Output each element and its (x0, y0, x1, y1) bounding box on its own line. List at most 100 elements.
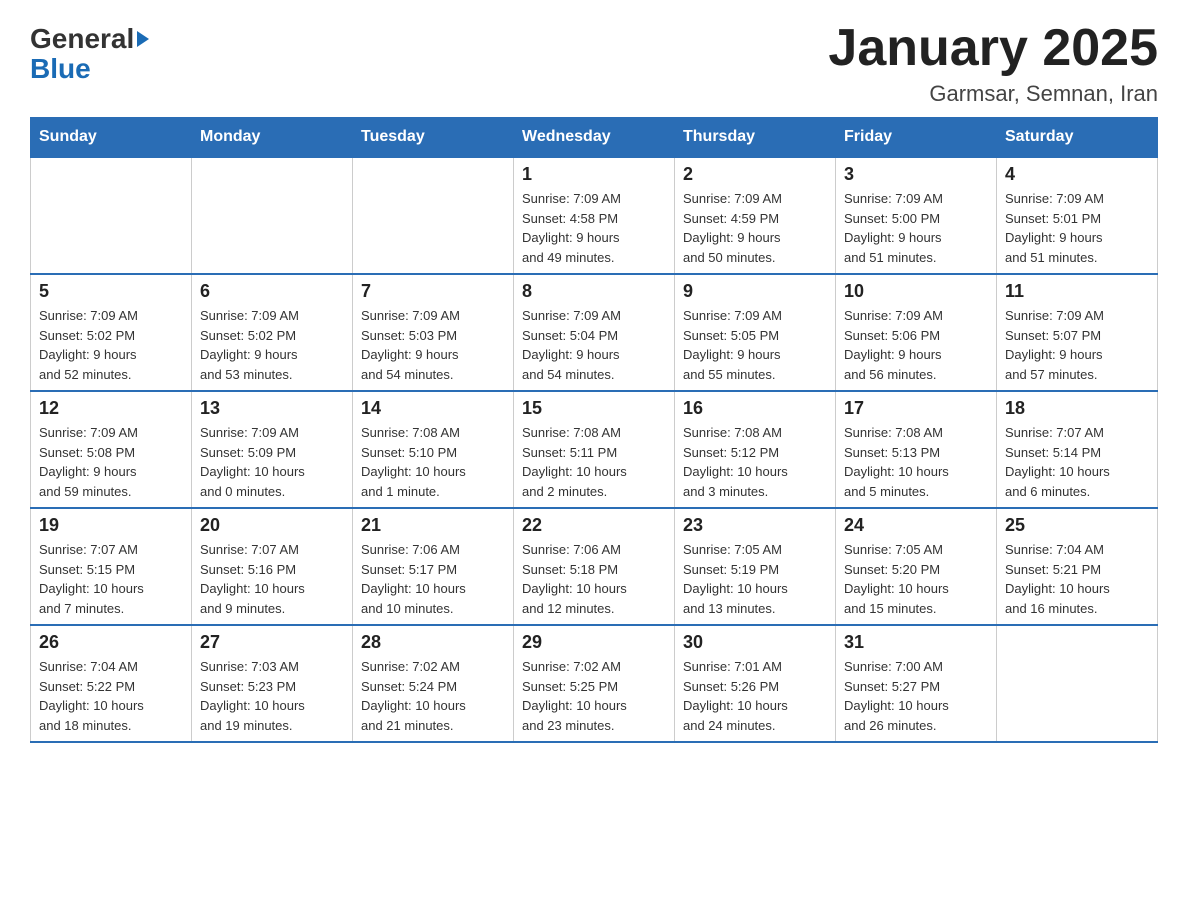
page-header: General Blue January 2025 Garmsar, Semna… (30, 20, 1158, 107)
calendar-week-row: 1 Sunrise: 7:09 AM Sunset: 4:58 PM Daylig… (31, 157, 1158, 274)
calendar-cell: 27Sunrise: 7:03 AM Sunset: 5:23 PM Dayli… (192, 625, 353, 742)
day-info: Sunrise: 7:08 AM Sunset: 5:12 PM Dayligh… (683, 423, 827, 501)
calendar-cell: 6Sunrise: 7:09 AM Sunset: 5:02 PM Daylig… (192, 274, 353, 391)
day-number: 19 (39, 515, 183, 536)
day-number: 23 (683, 515, 827, 536)
calendar-cell: 12 Sunrise: 7:09 AM Sunset: 5:08 PM Dayli… (31, 391, 192, 508)
day-info: Sunrise: 7:01 AM Sunset: 5:26 PM Dayligh… (683, 657, 827, 735)
day-number: 30 (683, 632, 827, 653)
day-info: Sunrise: 7:09 AM Sunset: 4:59 PM Dayligh… (683, 189, 827, 267)
calendar-cell: 18 Sunrise: 7:07 AM Sunset: 5:14 PM Dayli… (997, 391, 1158, 508)
calendar-cell: 25 Sunrise: 7:04 AM Sunset: 5:21 PM Dayli… (997, 508, 1158, 625)
calendar-header-row: SundayMondayTuesdayWednesdayThursdayFrid… (31, 118, 1158, 158)
calendar-cell: 31 Sunrise: 7:00 AM Sunset: 5:27 PM Dayli… (836, 625, 997, 742)
day-number: 13 (200, 398, 344, 419)
calendar-cell: 15 Sunrise: 7:08 AM Sunset: 5:11 PM Dayli… (514, 391, 675, 508)
day-info: Sunrise: 7:09 AM Sunset: 5:03 PM Dayligh… (361, 306, 505, 384)
calendar-cell: 26Sunrise: 7:04 AM Sunset: 5:22 PM Dayli… (31, 625, 192, 742)
day-number: 15 (522, 398, 666, 419)
calendar-cell: 20 Sunrise: 7:07 AM Sunset: 5:16 PM Dayli… (192, 508, 353, 625)
calendar-cell: 4 Sunrise: 7:09 AM Sunset: 5:01 PM Daylig… (997, 157, 1158, 274)
day-number: 7 (361, 281, 505, 302)
calendar-cell: 30 Sunrise: 7:01 AM Sunset: 5:26 PM Dayli… (675, 625, 836, 742)
calendar-cell: 19 Sunrise: 7:07 AM Sunset: 5:15 PM Dayli… (31, 508, 192, 625)
day-number: 31 (844, 632, 988, 653)
weekday-header-thursday: Thursday (675, 118, 836, 158)
day-info: Sunrise: 7:09 AM Sunset: 5:02 PM Dayligh… (200, 306, 344, 384)
day-info: Sunrise: 7:05 AM Sunset: 5:20 PM Dayligh… (844, 540, 988, 618)
day-number: 12 (39, 398, 183, 419)
day-number: 2 (683, 164, 827, 185)
day-info: Sunrise: 7:07 AM Sunset: 5:16 PM Dayligh… (200, 540, 344, 618)
day-info: Sunrise: 7:04 AM Sunset: 5:22 PM Dayligh… (39, 657, 183, 735)
day-info: Sunrise: 7:06 AM Sunset: 5:18 PM Dayligh… (522, 540, 666, 618)
day-number: 20 (200, 515, 344, 536)
day-info: Sunrise: 7:09 AM Sunset: 5:07 PM Dayligh… (1005, 306, 1149, 384)
weekday-header-monday: Monday (192, 118, 353, 158)
calendar-cell: 10 Sunrise: 7:09 AM Sunset: 5:06 PM Dayli… (836, 274, 997, 391)
day-number: 28 (361, 632, 505, 653)
day-info: Sunrise: 7:07 AM Sunset: 5:15 PM Dayligh… (39, 540, 183, 618)
day-info: Sunrise: 7:09 AM Sunset: 5:06 PM Dayligh… (844, 306, 988, 384)
day-info: Sunrise: 7:09 AM Sunset: 5:04 PM Dayligh… (522, 306, 666, 384)
calendar-cell: 8 Sunrise: 7:09 AM Sunset: 5:04 PM Daylig… (514, 274, 675, 391)
day-number: 24 (844, 515, 988, 536)
day-info: Sunrise: 7:02 AM Sunset: 5:25 PM Dayligh… (522, 657, 666, 735)
calendar-cell (31, 157, 192, 274)
day-info: Sunrise: 7:09 AM Sunset: 5:00 PM Dayligh… (844, 189, 988, 267)
calendar-cell: 14Sunrise: 7:08 AM Sunset: 5:10 PM Dayli… (353, 391, 514, 508)
calendar-week-row: 26Sunrise: 7:04 AM Sunset: 5:22 PM Dayli… (31, 625, 1158, 742)
day-info: Sunrise: 7:09 AM Sunset: 4:58 PM Dayligh… (522, 189, 666, 267)
calendar-cell: 1 Sunrise: 7:09 AM Sunset: 4:58 PM Daylig… (514, 157, 675, 274)
day-number: 21 (361, 515, 505, 536)
day-info: Sunrise: 7:09 AM Sunset: 5:02 PM Dayligh… (39, 306, 183, 384)
day-number: 5 (39, 281, 183, 302)
calendar-week-row: 12 Sunrise: 7:09 AM Sunset: 5:08 PM Dayli… (31, 391, 1158, 508)
calendar-cell: 3Sunrise: 7:09 AM Sunset: 5:00 PM Daylig… (836, 157, 997, 274)
day-number: 27 (200, 632, 344, 653)
day-info: Sunrise: 7:02 AM Sunset: 5:24 PM Dayligh… (361, 657, 505, 735)
calendar-cell (353, 157, 514, 274)
day-number: 4 (1005, 164, 1149, 185)
location-subtitle: Garmsar, Semnan, Iran (828, 81, 1158, 107)
day-number: 22 (522, 515, 666, 536)
day-number: 1 (522, 164, 666, 185)
calendar-cell: 16Sunrise: 7:08 AM Sunset: 5:12 PM Dayli… (675, 391, 836, 508)
day-number: 10 (844, 281, 988, 302)
day-number: 25 (1005, 515, 1149, 536)
day-info: Sunrise: 7:00 AM Sunset: 5:27 PM Dayligh… (844, 657, 988, 735)
calendar-cell: 29Sunrise: 7:02 AM Sunset: 5:25 PM Dayli… (514, 625, 675, 742)
calendar-cell: 11 Sunrise: 7:09 AM Sunset: 5:07 PM Dayli… (997, 274, 1158, 391)
day-info: Sunrise: 7:06 AM Sunset: 5:17 PM Dayligh… (361, 540, 505, 618)
calendar-cell: 22 Sunrise: 7:06 AM Sunset: 5:18 PM Dayli… (514, 508, 675, 625)
day-info: Sunrise: 7:09 AM Sunset: 5:01 PM Dayligh… (1005, 189, 1149, 267)
calendar-cell (192, 157, 353, 274)
calendar-cell: 5 Sunrise: 7:09 AM Sunset: 5:02 PM Daylig… (31, 274, 192, 391)
calendar-cell: 17Sunrise: 7:08 AM Sunset: 5:13 PM Dayli… (836, 391, 997, 508)
weekday-header-friday: Friday (836, 118, 997, 158)
logo-blue: Blue (30, 53, 91, 85)
day-number: 18 (1005, 398, 1149, 419)
calendar-cell: 2 Sunrise: 7:09 AM Sunset: 4:59 PM Daylig… (675, 157, 836, 274)
logo: General Blue (30, 20, 149, 85)
day-number: 8 (522, 281, 666, 302)
calendar-week-row: 5 Sunrise: 7:09 AM Sunset: 5:02 PM Daylig… (31, 274, 1158, 391)
calendar-cell: 23 Sunrise: 7:05 AM Sunset: 5:19 PM Dayli… (675, 508, 836, 625)
day-info: Sunrise: 7:04 AM Sunset: 5:21 PM Dayligh… (1005, 540, 1149, 618)
day-number: 9 (683, 281, 827, 302)
weekday-header-tuesday: Tuesday (353, 118, 514, 158)
day-info: Sunrise: 7:09 AM Sunset: 5:09 PM Dayligh… (200, 423, 344, 501)
logo-general: General (30, 25, 134, 53)
weekday-header-saturday: Saturday (997, 118, 1158, 158)
day-info: Sunrise: 7:05 AM Sunset: 5:19 PM Dayligh… (683, 540, 827, 618)
day-info: Sunrise: 7:09 AM Sunset: 5:08 PM Dayligh… (39, 423, 183, 501)
calendar-week-row: 19 Sunrise: 7:07 AM Sunset: 5:15 PM Dayli… (31, 508, 1158, 625)
month-title: January 2025 (828, 20, 1158, 77)
day-info: Sunrise: 7:08 AM Sunset: 5:11 PM Dayligh… (522, 423, 666, 501)
day-info: Sunrise: 7:09 AM Sunset: 5:05 PM Dayligh… (683, 306, 827, 384)
day-info: Sunrise: 7:07 AM Sunset: 5:14 PM Dayligh… (1005, 423, 1149, 501)
day-number: 11 (1005, 281, 1149, 302)
day-number: 14 (361, 398, 505, 419)
calendar-cell: 24 Sunrise: 7:05 AM Sunset: 5:20 PM Dayli… (836, 508, 997, 625)
weekday-header-wednesday: Wednesday (514, 118, 675, 158)
